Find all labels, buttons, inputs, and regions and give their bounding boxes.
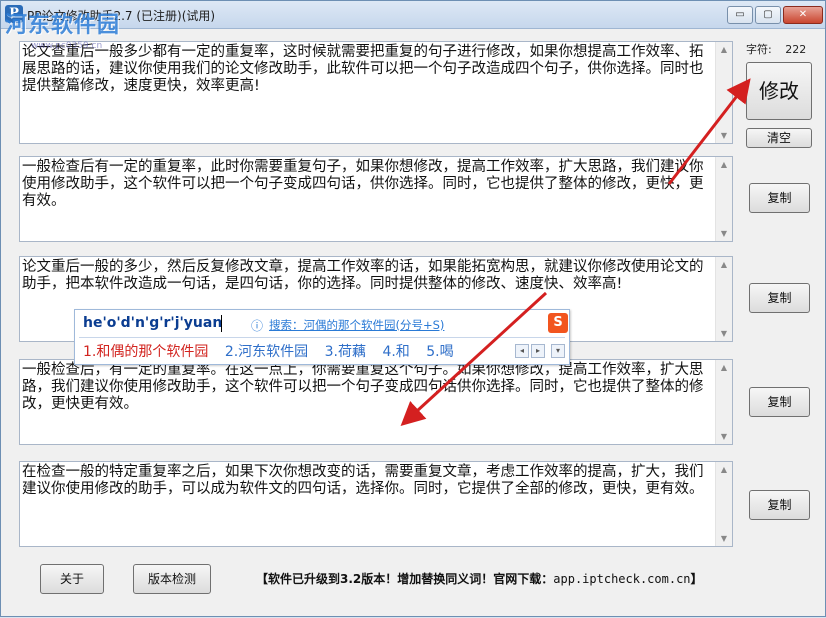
upgrade-notice-end: 】 <box>690 572 703 586</box>
ime-candidate-1[interactable]: 1.和偶的那个软件园 <box>83 341 208 361</box>
result-textbox-4[interactable]: 在检查一般的特定重复率之后，如果下次你想改变的话，需要重复文章，考虑工作效率的提… <box>19 461 733 547</box>
input-textbox[interactable]: 论文查重后一般多少都有一定的重复率，这时候就需要把重复的句子进行修改，如果你想提… <box>19 41 733 144</box>
maximize-button[interactable]: ▢ <box>755 6 781 24</box>
ime-candidates: 1.和偶的那个软件园 2.河东软件园 3.荷藕 4.和 5.喝 <box>83 341 466 361</box>
result-scrollbar-3[interactable]: ▲ ▼ <box>715 360 732 444</box>
result-text-3: 一般检查后，有一定的重复率。在这一点上，你需要重复这个句子。如果你想修改，提高工… <box>22 362 704 412</box>
about-button[interactable]: 关于 <box>40 564 104 594</box>
scroll-up-icon[interactable]: ▲ <box>719 160 729 169</box>
scroll-down-icon[interactable]: ▼ <box>719 229 729 238</box>
copy-button-1[interactable]: 复制 <box>749 183 810 213</box>
ime-candidate-3[interactable]: 3.荷藕 <box>325 341 366 361</box>
app-window: P PP论文修改助手2.7 (已注册)(试用) ▭ ▢ ✕ 论文查重后一般多少都… <box>0 0 826 617</box>
result-scrollbar-1[interactable]: ▲ ▼ <box>715 157 732 241</box>
modify-button[interactable]: 修改 <box>746 62 812 120</box>
result-text-2: 论文重后一般的多少，然后反复修改文章，提高工作效率的话，如果能拓宽构思，就建议你… <box>22 259 704 292</box>
scroll-up-icon[interactable]: ▲ <box>719 260 729 269</box>
title-bar: P PP论文修改助手2.7 (已注册)(试用) ▭ ▢ ✕ <box>1 1 825 29</box>
result-textbox-1[interactable]: 一般检查后有一定的重复率，此时你需要重复句子，如果你想修改，提高工作效率，扩大思… <box>19 156 733 242</box>
char-count-value: 222 <box>785 43 807 56</box>
scroll-down-icon[interactable]: ▼ <box>719 329 729 338</box>
ime-caret <box>221 315 222 332</box>
scroll-down-icon[interactable]: ▼ <box>719 534 729 543</box>
result-text-4: 在检查一般的特定重复率之后，如果下次你想改变的话，需要重复文章，考虑工作效率的提… <box>22 464 704 497</box>
char-count: 字符: 222 <box>746 41 806 57</box>
watermark-logo: 河东软件园 <box>5 13 121 38</box>
result-scrollbar-2[interactable]: ▲ ▼ <box>715 257 732 341</box>
result-scrollbar-4[interactable]: ▲ ▼ <box>715 462 732 546</box>
info-icon: ⓘ <box>251 319 264 333</box>
copy-button-3[interactable]: 复制 <box>749 387 810 417</box>
ime-candidate-5[interactable]: 5.喝 <box>426 341 453 361</box>
scroll-down-icon[interactable]: ▼ <box>719 131 729 140</box>
close-button[interactable]: ✕ <box>783 6 823 24</box>
scroll-up-icon[interactable]: ▲ <box>719 465 729 474</box>
scroll-up-icon[interactable]: ▲ <box>719 363 729 372</box>
sogou-logo-icon[interactable]: S <box>548 313 568 333</box>
ime-next-icon[interactable]: ▸ <box>531 344 545 358</box>
input-text: 论文查重后一般多少都有一定的重复率，这时候就需要把重复的句子进行修改，如果你想提… <box>22 44 704 94</box>
ime-candidate-4[interactable]: 4.和 <box>382 341 409 361</box>
ime-pinyin: he'o'd'n'g'r'j'yuan <box>83 315 223 331</box>
watermark-url: www.pc0359.cn <box>31 41 103 51</box>
ime-more-icon[interactable]: ▾ <box>551 344 565 358</box>
scroll-up-icon[interactable]: ▲ <box>719 45 729 54</box>
copy-button-2[interactable]: 复制 <box>749 283 810 313</box>
upgrade-notice: 【软件已升级到3.2版本！增加替换同义词！官网下载：app.iptcheck.c… <box>256 570 703 587</box>
version-check-button[interactable]: 版本检测 <box>133 564 211 594</box>
scroll-down-icon[interactable]: ▼ <box>719 432 729 441</box>
ime-candidate-popup: he'o'd'n'g'r'j'yuan ⓘ 搜索：河偶的那个软件园(分号+S) … <box>74 309 570 365</box>
result-textbox-3[interactable]: 一般检查后，有一定的重复率。在这一点上，你需要重复这个句子。如果你想修改，提高工… <box>19 359 733 445</box>
input-scrollbar[interactable]: ▲ ▼ <box>715 42 732 143</box>
result-text-1: 一般检查后有一定的重复率，此时你需要重复句子，如果你想修改，提高工作效率，扩大思… <box>22 159 704 209</box>
copy-button-4[interactable]: 复制 <box>749 490 810 520</box>
ime-divider <box>79 337 565 338</box>
upgrade-notice-url: app.iptcheck.com.cn <box>553 572 691 586</box>
ime-search-link[interactable]: 搜索：河偶的那个软件园(分号+S) <box>269 317 444 333</box>
ime-candidate-2[interactable]: 2.河东软件园 <box>225 341 308 361</box>
minimize-button[interactable]: ▭ <box>727 6 753 24</box>
upgrade-notice-text: 【软件已升级到3.2版本！增加替换同义词！官网下载： <box>256 572 554 586</box>
char-count-label: 字符: <box>746 43 772 56</box>
clear-button[interactable]: 清空 <box>746 128 812 148</box>
ime-prev-icon[interactable]: ◂ <box>515 344 529 358</box>
